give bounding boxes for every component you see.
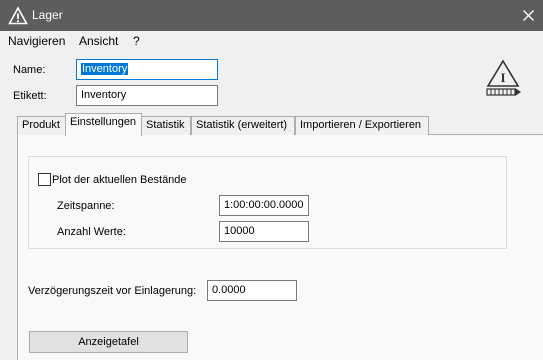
delay-label: Verzögerungszeit vor Einlagerung:	[28, 285, 197, 297]
label-field[interactable]: Inventory	[76, 85, 218, 106]
menu-navigieren[interactable]: Navigieren	[8, 34, 65, 48]
menu-help[interactable]: ?	[133, 34, 140, 48]
menu-bar: Navigieren Ansicht ?	[0, 31, 543, 51]
count-value: 10000	[224, 225, 255, 237]
timespan-value: 1:00:00:00.0000	[224, 199, 304, 211]
tab-statistik-erweitert[interactable]: Statistik (erweitert)	[191, 116, 295, 135]
count-label: Anzahl Werte:	[57, 226, 126, 238]
close-button[interactable]	[513, 0, 543, 31]
storage-warning-icon: I	[486, 59, 521, 96]
name-field-value: Inventory	[81, 63, 129, 75]
title-bar: Lager	[0, 0, 543, 31]
timespan-label: Zeitspanne:	[57, 200, 115, 212]
warning-triangle-icon	[8, 6, 28, 25]
label-label: Etikett:	[13, 90, 47, 102]
anzeigetafel-button[interactable]: Anzeigetafel	[29, 331, 188, 353]
plot-checkbox[interactable]	[38, 173, 51, 186]
menu-ansicht[interactable]: Ansicht	[79, 34, 118, 48]
window-title: Lager	[32, 8, 63, 22]
delay-value: 0.0000	[212, 284, 246, 296]
tab-einstellungen[interactable]: Einstellungen	[65, 113, 142, 136]
timespan-field[interactable]: 1:00:00:00.0000	[219, 195, 309, 216]
count-field[interactable]: 10000	[219, 221, 309, 242]
close-icon	[523, 10, 534, 21]
badge-glyph: I	[500, 70, 505, 85]
tab-produkt[interactable]: Produkt	[17, 116, 66, 135]
plot-checkbox-label[interactable]: Plot der aktuellen Bestände	[52, 174, 187, 186]
delay-field[interactable]: 0.0000	[207, 280, 297, 301]
name-field[interactable]: Inventory	[76, 59, 218, 80]
name-label: Name:	[13, 64, 46, 76]
label-field-value: Inventory	[81, 89, 127, 101]
tab-importieren-exportieren[interactable]: Importieren / Exportieren	[295, 116, 429, 135]
tab-statistik[interactable]: Statistik	[141, 116, 191, 135]
